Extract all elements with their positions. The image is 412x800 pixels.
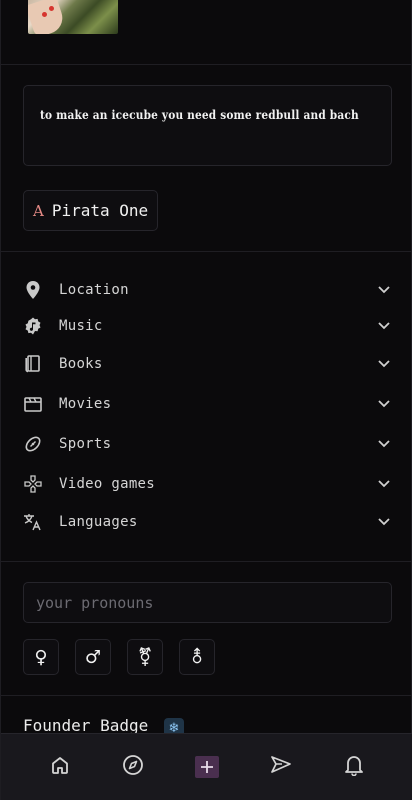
- transgender-symbol-button[interactable]: ⚧: [127, 639, 163, 675]
- neutral-symbol-button[interactable]: ⚨: [179, 639, 215, 675]
- chevron-down-icon[interactable]: [377, 515, 391, 529]
- photo-hand: [28, 0, 67, 34]
- interest-label: Movies: [59, 396, 112, 412]
- font-glyph-icon: A: [33, 201, 44, 220]
- plus-icon: [194, 756, 219, 778]
- divider: [1, 251, 412, 252]
- transgender-icon: ⚧: [137, 646, 153, 668]
- interest-row-music[interactable]: Music: [23, 314, 391, 338]
- photo-detail: [49, 6, 54, 11]
- interest-label: Location: [59, 282, 129, 298]
- film-icon: [23, 394, 43, 414]
- bio-textarea[interactable]: to make an icecube you need some redbull…: [23, 85, 392, 166]
- interest-label: Languages: [59, 514, 138, 530]
- divider: [1, 64, 412, 65]
- neutral-gender-icon: ⚨: [189, 646, 205, 668]
- profile-editor: to make an icecube you need some redbull…: [0, 0, 412, 800]
- send-icon: [270, 755, 292, 779]
- chevron-down-icon[interactable]: [377, 319, 391, 333]
- font-name: Pirata One: [51, 201, 149, 220]
- nav-explore[interactable]: [113, 747, 153, 787]
- interest-label: Music: [59, 318, 103, 334]
- nav-messages[interactable]: [261, 747, 301, 787]
- interest-row-movies[interactable]: Movies: [23, 392, 391, 416]
- chevron-down-icon[interactable]: [377, 477, 391, 491]
- chevron-down-icon[interactable]: [377, 283, 391, 297]
- interest-row-books[interactable]: Books: [23, 352, 391, 376]
- photo-detail: [42, 12, 47, 17]
- interest-row-video-games[interactable]: Video games: [23, 472, 391, 496]
- profile-photo[interactable]: [28, 0, 118, 34]
- music-icon: [23, 316, 43, 336]
- male-symbol-button[interactable]: ♂: [75, 639, 111, 675]
- translate-icon: [23, 512, 43, 532]
- interest-label: Books: [59, 356, 103, 372]
- chevron-down-icon[interactable]: [377, 397, 391, 411]
- female-symbol-button[interactable]: ♀: [23, 639, 59, 675]
- divider: [1, 561, 412, 562]
- interest-label: Sports: [59, 436, 112, 452]
- female-icon: ♀: [34, 646, 48, 668]
- nav-notifications[interactable]: [334, 747, 374, 787]
- font-selector-button[interactable]: A Pirata One: [23, 190, 159, 231]
- pronouns-input[interactable]: [23, 582, 392, 623]
- interest-row-location[interactable]: Location: [23, 278, 391, 302]
- bell-icon: [344, 754, 364, 780]
- male-icon: ♂: [84, 646, 102, 668]
- home-icon: [50, 755, 70, 779]
- football-icon: [23, 434, 43, 454]
- divider: [1, 695, 412, 696]
- bottom-nav: [1, 733, 412, 800]
- bio-text: to make an icecube you need some redbull…: [40, 108, 359, 122]
- book-icon: [23, 354, 43, 374]
- chevron-down-icon[interactable]: [377, 357, 391, 371]
- nav-home[interactable]: [40, 747, 80, 787]
- compass-icon: [122, 754, 144, 780]
- interest-label: Video games: [59, 476, 156, 492]
- interest-row-sports[interactable]: Sports: [23, 432, 391, 456]
- interest-row-languages[interactable]: Languages: [23, 510, 391, 534]
- gamepad-icon: [23, 474, 43, 494]
- nav-create[interactable]: [187, 747, 227, 787]
- chevron-down-icon[interactable]: [377, 437, 391, 451]
- location-pin-icon: [23, 280, 43, 300]
